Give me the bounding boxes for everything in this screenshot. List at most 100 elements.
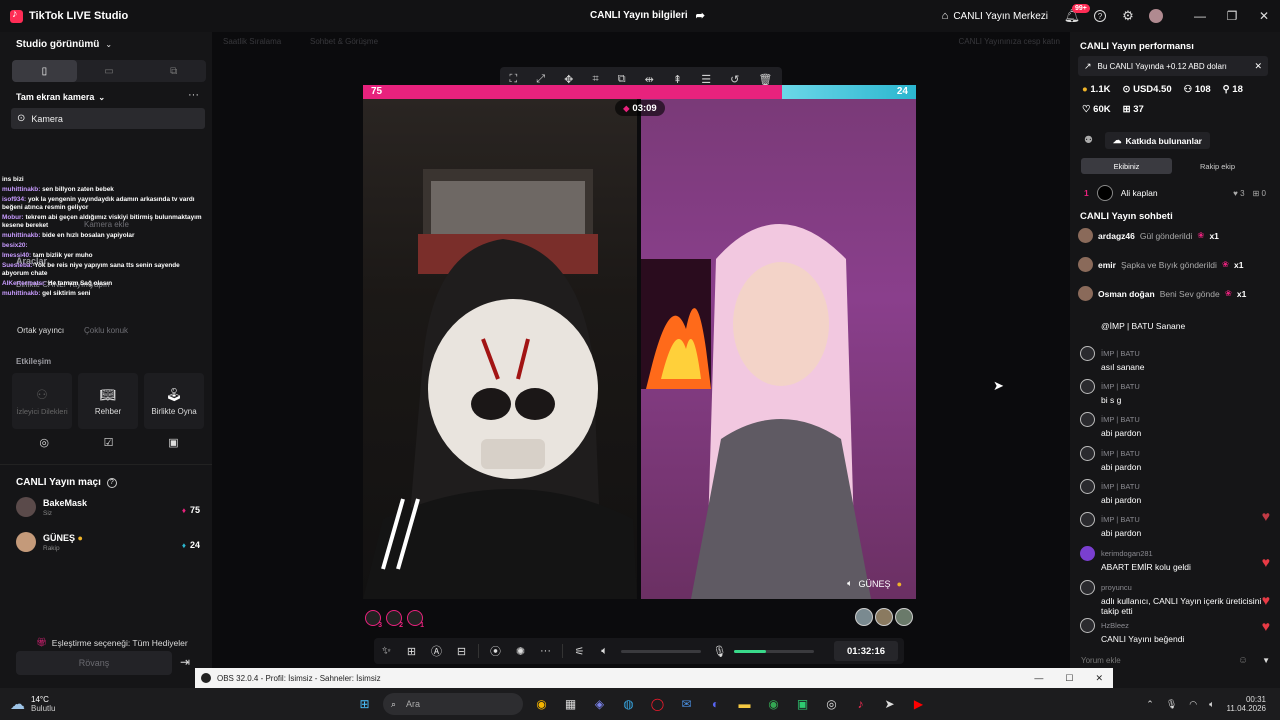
maximize-button[interactable]: ❐ — [1216, 0, 1248, 32]
orientation-switch: ▯ ▭ ⧉ — [12, 60, 206, 82]
contributors-button[interactable]: ☁ Katkıda bulunanlar — [1104, 132, 1210, 149]
box-icon[interactable]: ▣ — [168, 436, 178, 460]
heart-icon: ♥ — [1261, 592, 1270, 608]
taskbar-search[interactable]: ⌕ Ara — [383, 693, 523, 715]
chat-message: İMP | BATU bi s g — [1080, 379, 1270, 405]
explorer-app[interactable]: ▬ — [730, 688, 759, 720]
chat-message: proyuncu adlı kullanıcı, CANLI Yayın içer… — [1080, 580, 1270, 616]
send-app[interactable]: ➤ — [875, 688, 904, 720]
camera-source-item[interactable]: ⊙ Kamera — [11, 108, 205, 129]
weather-widget[interactable]: ☁ 14°C Bulutlu — [10, 695, 350, 713]
scene-dropdown[interactable]: Tam ekran kamera ⌄ — [16, 92, 105, 102]
discord-app[interactable]: ◐ — [701, 688, 730, 720]
avatar — [1080, 446, 1095, 461]
chat-overlay-line: muhittinakb: gel siktirim seni — [2, 290, 208, 298]
message-user: kerimdogan281 — [1101, 549, 1153, 558]
system-tray: ⌃ 🎙︎ ◠ 🔈︎ 00:31 11.04.2026 — [1146, 695, 1266, 713]
viewer-wishes-button[interactable]: ⚇ İzleyici Dilekleri — [12, 373, 72, 429]
close-button[interactable]: ✕ — [1248, 0, 1280, 32]
more-options-button[interactable]: ··· — [188, 89, 199, 101]
live-center-button[interactable]: ⌂ CANLI Yayın Merkezi — [942, 10, 1048, 22]
speaker-icon[interactable]: 🔈︎ — [592, 645, 617, 658]
help-icon[interactable]: ? — [106, 477, 117, 488]
exit-icon: ⇥ — [180, 655, 191, 669]
adjust-icon[interactable]: ⚟ — [567, 645, 592, 658]
rival-video: 🔈︎ GÜNEŞ ● — [641, 99, 916, 599]
store-app[interactable]: ▦ — [556, 688, 585, 720]
filter-icon[interactable]: ▼ — [1262, 656, 1270, 665]
checklist-icon[interactable]: ☑ — [104, 436, 114, 460]
chat-message: İMP | BATU abi pardon — [1080, 412, 1270, 438]
rematch-button[interactable]: Rövanş — [16, 651, 172, 675]
multi-guest-label[interactable]: Çoklu konuk — [84, 326, 128, 335]
emoji-icon[interactable]: ☺ — [1238, 655, 1248, 666]
windows-start-button[interactable]: ⊞ — [350, 688, 379, 720]
chrome-app-2[interactable]: ◉ — [759, 688, 788, 720]
magic-wand-icon[interactable]: ✨︎ — [374, 645, 399, 658]
more-icon[interactable]: ··· — [533, 645, 558, 657]
obs-icon: ◎ — [826, 697, 837, 711]
landscape-option[interactable]: ▭ — [77, 60, 142, 82]
coins-stat: ● 1.1K — [1082, 84, 1111, 95]
wifi-icon[interactable]: ◠ — [1189, 699, 1197, 710]
tiktok-app[interactable]: ♪ — [846, 688, 875, 720]
teams-app[interactable]: ◈ — [585, 688, 614, 720]
close-icon[interactable]: ✕ — [1254, 61, 1262, 72]
notifications-button[interactable]: 🔔︎ 99+ — [1058, 0, 1090, 32]
help-button[interactable]: ? — [1086, 0, 1114, 32]
portrait-option[interactable]: ▯ — [12, 60, 77, 82]
left-panel: Studio görünümü ⌄ ▯ ▭ ⧉ Tam ekran kamera… — [0, 32, 212, 688]
chevron-up-icon[interactable]: ⌃ — [1146, 699, 1154, 710]
play-together-button[interactable]: 🕹︎ Birlikte Oyna — [144, 373, 204, 429]
live-control-bar: ✨︎ ⊞ Ⓐ ⊟ ⦿ ✺ ··· ⚟ 🔈︎ 🎙︎ 01:32:16 — [374, 638, 904, 664]
studio-view-label: Studio görünümü — [16, 39, 100, 50]
settings-button[interactable]: ⚙ — [1114, 0, 1142, 32]
live-info-button[interactable]: CANLI Yayın bilgileri ➦ — [590, 9, 705, 22]
opera-app[interactable]: ◯ — [643, 688, 672, 720]
edge-app[interactable]: ◍ — [614, 688, 643, 720]
microphone-icon[interactable]: 🎙︎ — [707, 645, 732, 658]
clock[interactable]: 00:31 11.04.2026 — [1227, 695, 1266, 713]
avatar — [895, 608, 913, 626]
comment-input[interactable]: Yorum ekle ☺ ▼ — [1070, 650, 1280, 670]
scene-label: Tam ekran kamera — [16, 92, 95, 102]
message-text: abi pardon — [1101, 528, 1142, 538]
gift-user: ardagz46 — [1098, 230, 1135, 241]
chrome-app[interactable]: ◉ — [527, 688, 556, 720]
volume-icon[interactable]: 🔈︎ — [1209, 699, 1214, 710]
microphone-icon[interactable]: 🎙︎ — [1166, 699, 1177, 710]
minimize-icon[interactable]: — — [1034, 673, 1043, 684]
obs-window-bar: OBS 32.0.4 - Profil: İsimsiz - Sahneler:… — [195, 668, 1113, 688]
mail-app[interactable]: ✉ — [672, 688, 701, 720]
target-icon[interactable]: ◎ — [39, 436, 49, 460]
studio-view-dropdown[interactable]: Studio görünümü ⌄ — [16, 39, 112, 50]
add-source-icon[interactable]: ⊞ — [399, 645, 424, 658]
speaker-icon[interactable]: 🔈︎ — [847, 578, 852, 589]
profile-button[interactable] — [1142, 0, 1170, 32]
tab-rival-team[interactable]: Rakip ekip — [1172, 158, 1263, 174]
more-tools-row: ◎ ☑ ▣ — [12, 436, 206, 460]
mic-slider[interactable] — [734, 649, 814, 653]
obs-app[interactable]: ◎ — [817, 688, 846, 720]
message-header: İMP | BATU — [1080, 479, 1270, 494]
tab-our-team[interactable]: Ekibiniz — [1081, 158, 1172, 174]
effects-icon[interactable]: ✺ — [508, 645, 533, 658]
exit-match-button[interactable]: ⇥ — [180, 655, 190, 669]
volume-slider[interactable] — [621, 649, 701, 653]
overlay-icon[interactable]: ⊟ — [449, 645, 474, 658]
maximize-icon[interactable]: ☐ — [1065, 673, 1073, 684]
co-host-label[interactable]: Ortak yayıncı — [17, 326, 64, 335]
gift-user: Osman doğan — [1098, 288, 1155, 299]
ai-icon[interactable]: Ⓐ — [424, 643, 449, 659]
guide-button[interactable]: 📖︎ Rehber — [78, 373, 138, 429]
avatar — [875, 608, 893, 626]
youtube-app[interactable]: ▶ — [904, 688, 933, 720]
close-icon[interactable]: ✕ — [1095, 673, 1103, 684]
stats-row-1: ● 1.1K ⊙ USD4.50 ⚇ 108 ⚲ 18 — [1082, 84, 1243, 95]
dual-option[interactable]: ⧉ — [141, 60, 206, 82]
comment-placeholder: Yorum ekle — [1081, 655, 1121, 665]
gift-icon: ♦ — [181, 540, 186, 550]
app-green[interactable]: ▣ — [788, 688, 817, 720]
minimize-button[interactable]: — — [1184, 0, 1216, 32]
record-icon[interactable]: ⦿ — [483, 643, 508, 659]
